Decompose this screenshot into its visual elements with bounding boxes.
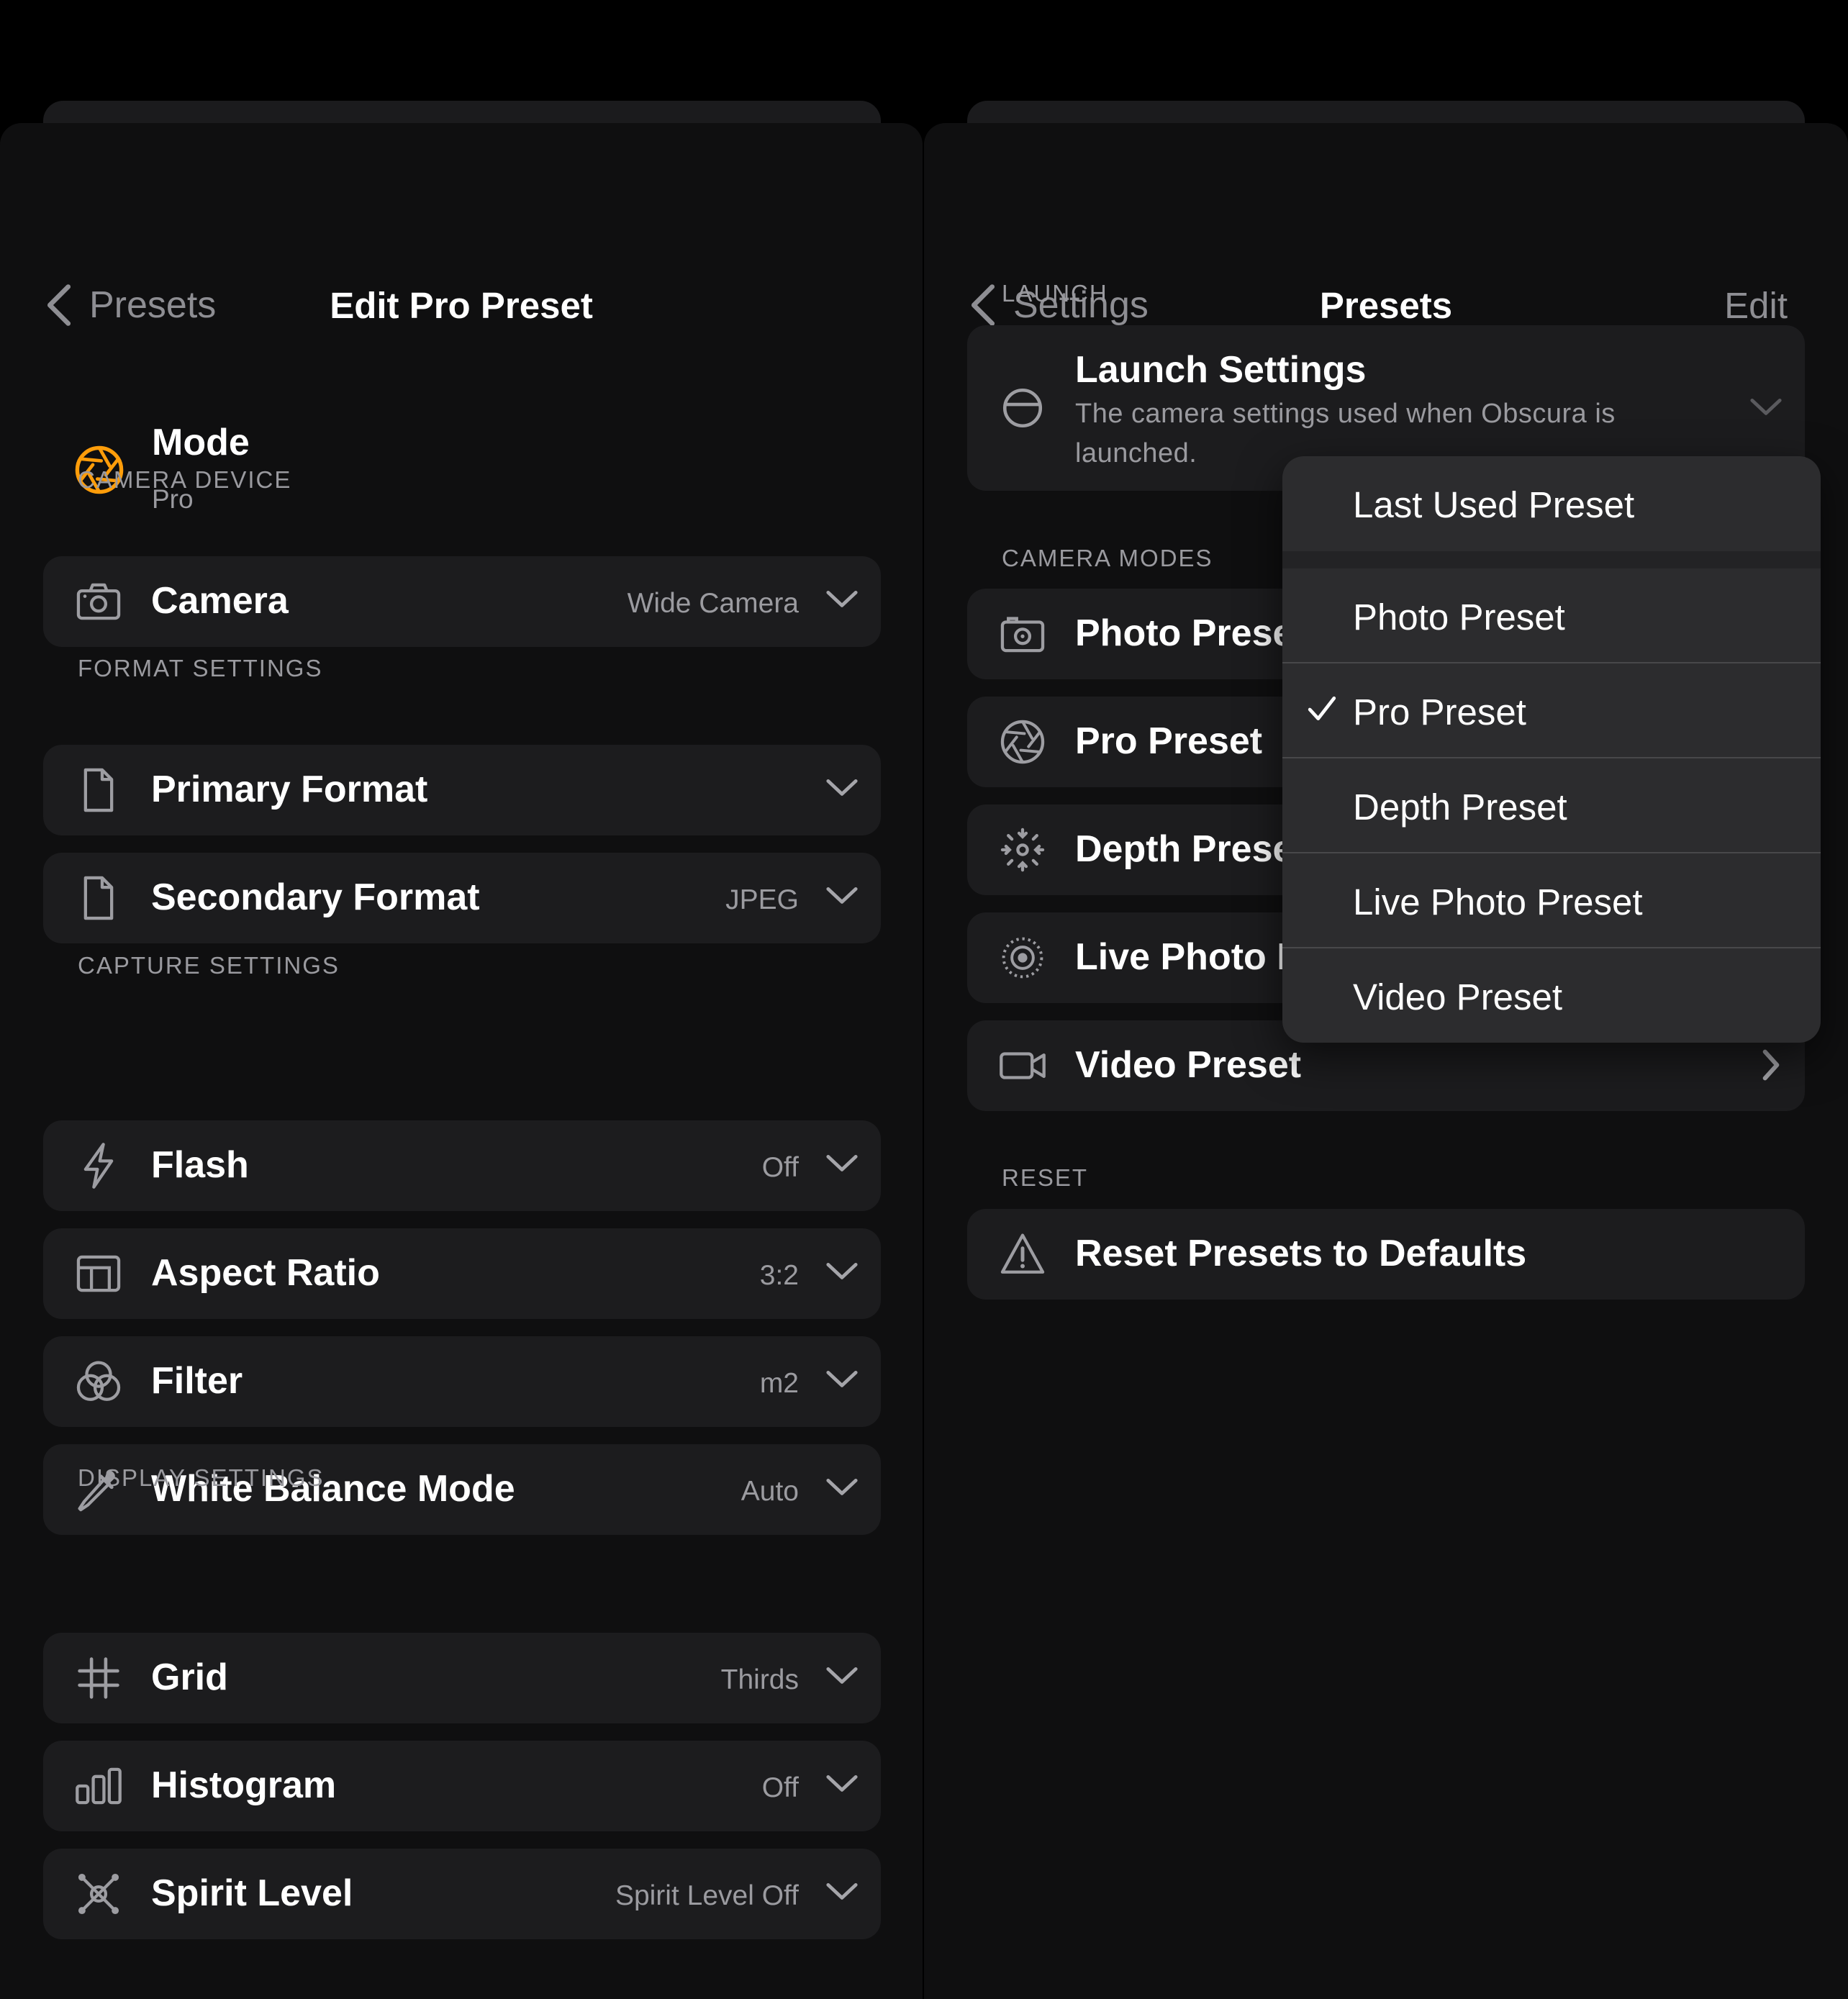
section-header-reset: RESET [1002, 1164, 1089, 1191]
photo-preset-label: Photo Preset [1075, 612, 1306, 654]
camera-value: Wide Camera [627, 588, 799, 619]
spirit-level-row[interactable]: Spirit Level Spirit Level Off [43, 1849, 881, 1939]
chevron-down-icon [826, 1667, 858, 1684]
camera-icon [76, 583, 121, 620]
checkmark-icon [1308, 696, 1336, 721]
menu-item-label: Photo Preset [1353, 597, 1565, 638]
chevron-right-icon [1762, 1049, 1780, 1081]
launch-preset-dropdown-menu: Last Used Preset Photo Preset Pro Preset… [1282, 456, 1821, 1043]
depth-preset-label: Depth Preset [1075, 828, 1306, 870]
aspect-ratio-row[interactable]: Aspect Ratio 3:2 [43, 1228, 881, 1319]
secondary-format-value: JPEG [725, 884, 799, 915]
aspect-ratio-icon [76, 1255, 121, 1292]
page-title: Edit Pro Preset [330, 285, 593, 326]
section-header-camera-modes: CAMERA MODES [1002, 545, 1213, 571]
white-balance-value: Auto [740, 1476, 799, 1507]
menu-item-label: Video Preset [1353, 976, 1563, 1017]
aspect-ratio-label: Aspect Ratio [151, 1252, 380, 1294]
reset-presets-label: Reset Presets to Defaults [1075, 1233, 1527, 1274]
chevron-down-icon [826, 591, 858, 607]
aperture-icon [1000, 720, 1045, 764]
menu-group-separator [1282, 551, 1821, 568]
flash-label: Flash [151, 1144, 249, 1186]
histogram-icon [76, 1767, 122, 1805]
warning-icon [1000, 1233, 1045, 1274]
chevron-down-icon [826, 1883, 858, 1900]
grid-label: Grid [151, 1656, 228, 1698]
histogram-value: Off [761, 1772, 799, 1803]
primary-format-row[interactable]: Primary Format [43, 745, 881, 835]
section-header-launch: LAUNCH [1002, 280, 1108, 307]
photo-camera-icon [1000, 617, 1045, 653]
flash-value: Off [761, 1152, 799, 1183]
filter-row[interactable]: Filter m2 [43, 1336, 881, 1427]
chevron-down-icon [1750, 399, 1782, 415]
chevron-down-icon [826, 779, 858, 796]
menu-item-photo-preset[interactable]: Photo Preset [1282, 568, 1821, 663]
flash-row[interactable]: Flash Off [43, 1120, 881, 1211]
depth-icon [1000, 828, 1045, 872]
grid-row[interactable]: Grid Thirds [43, 1633, 881, 1723]
bolt-icon [83, 1143, 114, 1189]
menu-item-video-preset[interactable]: Video Preset [1282, 948, 1821, 1043]
camera-row[interactable]: Camera Wide Camera [43, 556, 881, 647]
primary-format-label: Primary Format [151, 769, 428, 810]
secondary-format-row[interactable]: Secondary Format JPEG [43, 853, 881, 943]
menu-item-live-photo-preset[interactable]: Live Photo Preset [1282, 853, 1821, 948]
document-icon [83, 876, 114, 920]
chevron-down-icon [826, 1262, 858, 1279]
filter-label: Filter [151, 1360, 243, 1402]
left-navbar: Presets Edit Pro Preset [0, 267, 923, 346]
secondary-format-label: Secondary Format [151, 876, 480, 918]
launch-circle-icon [1002, 388, 1043, 428]
menu-item-label: Live Photo Preset [1353, 881, 1643, 923]
menu-item-label: Depth Preset [1353, 787, 1567, 828]
camera-label: Camera [151, 580, 289, 622]
chevron-down-icon [826, 887, 858, 904]
section-header-camera-device: CAMERA DEVICE [78, 466, 292, 493]
video-preset-label: Video Preset [1075, 1044, 1302, 1086]
section-header-format-settings: FORMAT SETTINGS [78, 655, 323, 681]
grid-value: Thirds [720, 1664, 799, 1695]
histogram-label: Histogram [151, 1764, 337, 1806]
presets-sheet: Settings Presets Edit LAUNCH Launch Sett… [924, 123, 1848, 1999]
menu-item-depth-preset[interactable]: Depth Preset [1282, 758, 1821, 853]
spirit-level-icon [78, 1873, 119, 1915]
histogram-row[interactable]: Histogram Off [43, 1741, 881, 1831]
reset-presets-row[interactable]: Reset Presets to Defaults [967, 1209, 1805, 1300]
pro-preset-label: Pro Preset [1075, 720, 1263, 762]
live-photo-icon [1002, 937, 1043, 979]
video-camera-icon [1000, 1052, 1046, 1079]
aspect-ratio-value: 3:2 [759, 1260, 799, 1291]
menu-item-pro-preset[interactable]: Pro Preset [1282, 663, 1821, 758]
menu-item-last-used-preset[interactable]: Last Used Preset [1282, 456, 1821, 551]
filter-circles-icon [76, 1361, 121, 1401]
section-header-capture-settings: CAPTURE SETTINGS [78, 952, 340, 979]
chevron-down-icon [826, 1775, 858, 1792]
grid-icon [78, 1657, 119, 1699]
mode-title: Mode [152, 422, 250, 463]
chevron-down-icon [826, 1479, 858, 1495]
spirit-level-value: Spirit Level Off [615, 1880, 799, 1911]
chevron-down-icon [826, 1370, 858, 1387]
section-header-display-settings: DISPLAY SETTINGS [78, 1464, 325, 1491]
menu-item-label: Pro Preset [1353, 692, 1526, 733]
launch-settings-title: Launch Settings [1075, 349, 1367, 391]
chevron-down-icon [826, 1154, 858, 1171]
document-icon [83, 768, 114, 812]
spirit-level-label: Spirit Level [151, 1872, 353, 1914]
edit-button[interactable]: Edit [1724, 284, 1788, 327]
menu-item-label: Last Used Preset [1353, 484, 1635, 525]
filter-value: m2 [759, 1368, 799, 1399]
edit-pro-preset-sheet: Presets Edit Pro Preset Mode Pro CAMERA … [0, 123, 923, 1999]
